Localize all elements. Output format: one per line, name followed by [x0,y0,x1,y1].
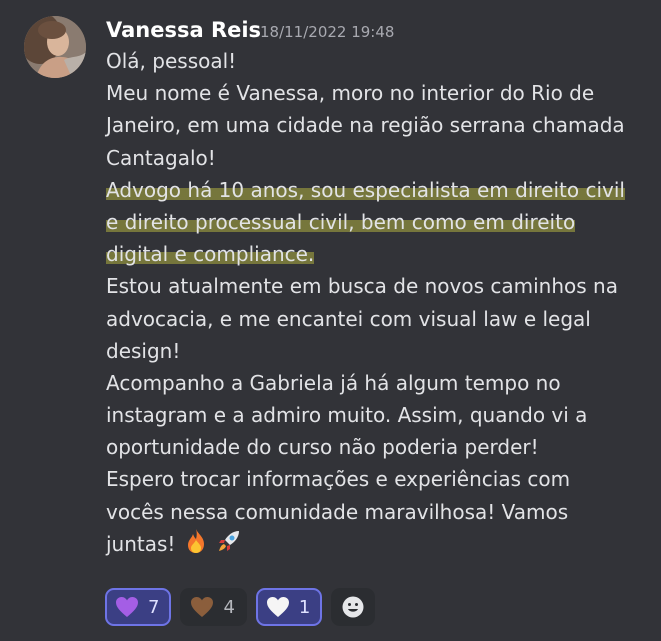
line-text: juntas! [106,531,176,556]
white-heart-icon [266,597,289,617]
line-text: Olá, pessoal! [106,49,237,73]
message-line: Espero trocar informações e experiências… [106,463,651,495]
message-line: Acompanho a Gabriela já há algum tempo n… [106,367,651,399]
message-line: Meu nome é Vanessa, moro no interior do … [106,77,651,109]
reaction-count: 7 [148,596,160,618]
line-text: Janeiro, em uma cidade na região serrana… [106,113,625,138]
avatar-photo [24,16,86,78]
reaction-count: 4 [223,596,235,618]
fire-emoji-icon [184,528,208,563]
reaction-purple-heart[interactable]: 7 [105,588,172,626]
message-line: vocês nessa comunidade maravilhosa! Vamo… [106,496,651,528]
line-text: Espero trocar informações e experiências… [106,467,571,492]
highlighted-text: e direito processual civil, bem como em … [106,209,576,234]
message-line: juntas! [106,528,651,560]
line-text: advocacia, e me encantei com visual law … [106,306,591,331]
reaction-count: 1 [298,596,311,618]
add-reaction-button[interactable] [331,588,376,626]
highlighted-text: digital e compliance. [106,242,315,267]
reactions-bar: 7 4 1 [105,586,376,628]
purple-heart-icon [116,597,138,617]
line-text: design! [106,338,181,363]
line-text: Estou atualmente em busca de novos camin… [106,274,618,299]
message-line-highlighted: digital e compliance. [106,238,651,270]
line-text: oportunidade do curso não poderia perder… [106,435,539,460]
highlighted-text: Advogo há 10 anos, sou especialista em d… [106,177,625,202]
message-line: Cantagalo! [106,142,651,174]
line-text: Cantagalo! [106,145,216,170]
brown-heart-icon [191,597,214,617]
message-line: Janeiro, em uma cidade na região serrana… [106,109,651,141]
message-content: Olá, pessoal! Meu nome é Vanessa, moro n… [106,45,651,560]
line-text: instagram e a admiro muito. Assim, quand… [106,403,588,428]
chat-message: Vanessa Reis 18/11/2022 19:48 Olá, pesso… [0,0,661,641]
avatar[interactable] [24,16,86,78]
message-timestamp: 18/11/2022 19:48 [260,23,395,41]
line-text: Meu nome é Vanessa, moro no interior do … [106,81,595,106]
message-line: instagram e a admiro muito. Assim, quand… [106,399,651,431]
message-line: design! [106,335,651,367]
rocket-emoji-icon [216,528,242,563]
message-line-highlighted: Advogo há 10 anos, sou especialista em d… [106,174,651,206]
reaction-white-heart[interactable]: 1 [255,588,323,626]
message-line: advocacia, e me encantei com visual law … [106,303,651,335]
message-line: Estou atualmente em busca de novos camin… [106,270,651,302]
line-text: vocês nessa comunidade maravilhosa! Vamo… [106,499,569,524]
author-name[interactable]: Vanessa Reis [106,15,261,45]
reaction-brown-heart[interactable]: 4 [180,588,247,626]
message-line: oportunidade do curso não poderia perder… [106,431,651,463]
message-line-highlighted: e direito processual civil, bem como em … [106,206,651,238]
add-reaction-smiley-icon [342,596,364,618]
message-line: Olá, pessoal! [106,45,651,77]
line-text: Acompanho a Gabriela já há algum tempo n… [106,370,561,395]
